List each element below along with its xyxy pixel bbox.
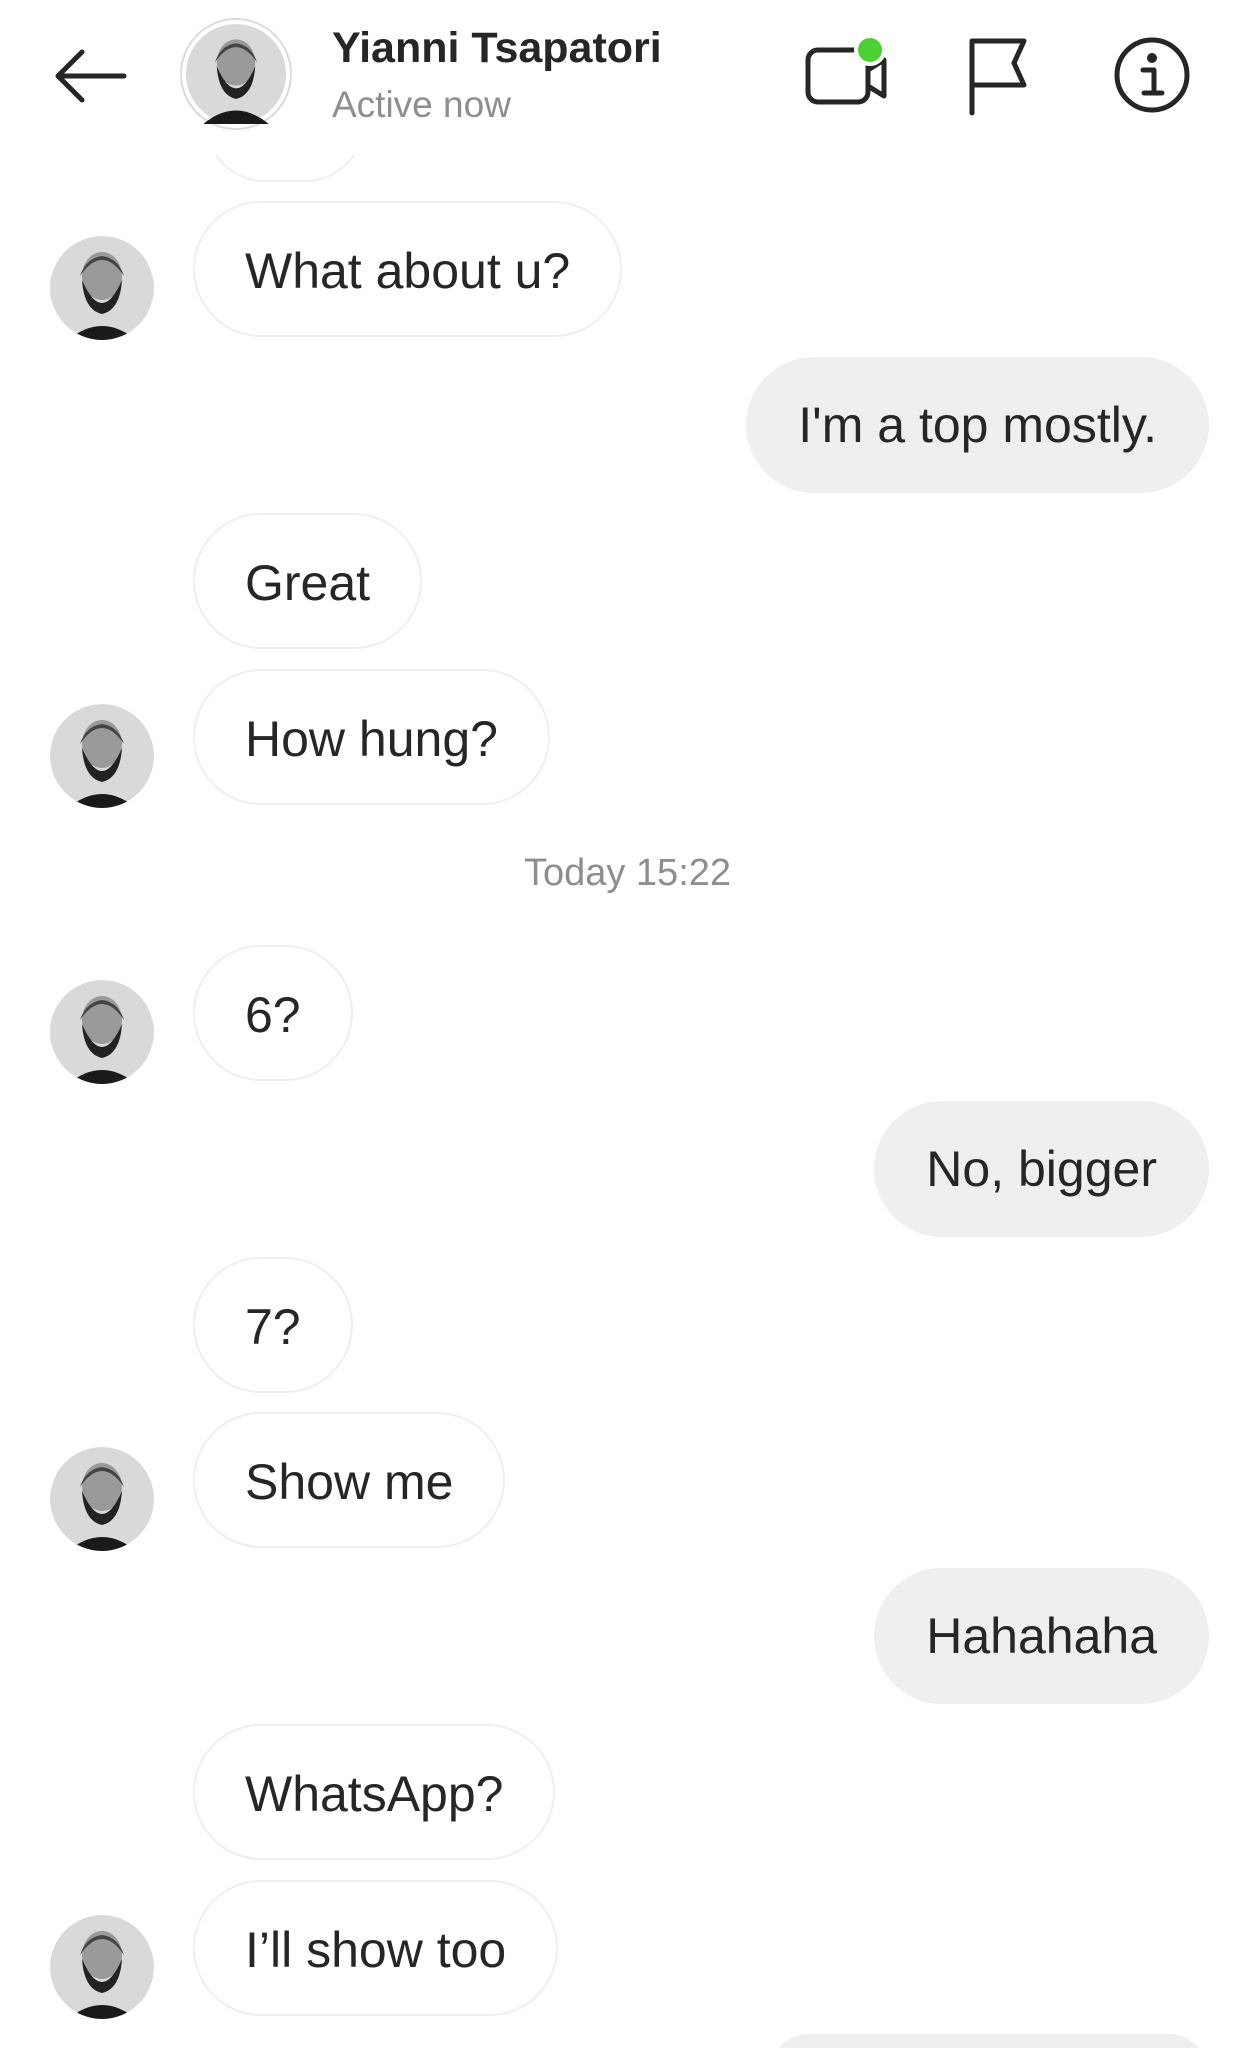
timestamp-divider: Today 15:22	[523, 852, 732, 894]
contact-name[interactable]: Yianni Tsapatori	[332, 24, 662, 73]
incoming-message[interactable]: I’ll show too	[193, 1880, 559, 2016]
sender-avatar[interactable]	[50, 236, 154, 340]
incoming-message[interactable]: WhatsApp?	[193, 1724, 556, 1860]
back-button[interactable]	[48, 38, 130, 114]
header-avatar[interactable]	[180, 18, 292, 130]
incoming-message[interactable]: What about u?	[193, 201, 623, 337]
flag-icon	[969, 38, 1027, 116]
incoming-message[interactable]: Show me	[193, 1412, 506, 1548]
info-button[interactable]	[1107, 30, 1197, 120]
sender-avatar[interactable]	[50, 704, 154, 808]
sender-avatar[interactable]	[50, 980, 154, 1084]
message-thread[interactable]: What about u? I'm a top mostly. Great Ho…	[0, 0, 1255, 2048]
back-arrow-icon	[55, 49, 127, 103]
sender-avatar[interactable]	[50, 1447, 154, 1551]
active-status: Active now	[332, 84, 511, 125]
info-icon	[1114, 37, 1190, 113]
outgoing-message[interactable]: I'm a top mostly.	[746, 357, 1209, 493]
outgoing-message[interactable]: Hahahaha	[874, 1568, 1209, 1704]
incoming-message[interactable]: Great	[193, 513, 423, 649]
report-button[interactable]	[955, 30, 1045, 120]
sender-avatar[interactable]	[50, 1915, 154, 2019]
video-call-button[interactable]	[800, 30, 890, 120]
direct-message-screen: What about u? I'm a top mostly. Great Ho…	[0, 0, 1255, 2048]
incoming-message[interactable]: 7?	[193, 1257, 353, 1393]
outgoing-message[interactable]: No, bigger	[874, 1101, 1209, 1237]
video-call-icon	[805, 34, 887, 105]
partial-message-bubble	[769, 2034, 1209, 2048]
incoming-message[interactable]: How hung?	[193, 669, 550, 805]
incoming-message[interactable]: 6?	[193, 945, 353, 1081]
chat-header: Yianni Tsapatori Active now	[0, 0, 1255, 155]
